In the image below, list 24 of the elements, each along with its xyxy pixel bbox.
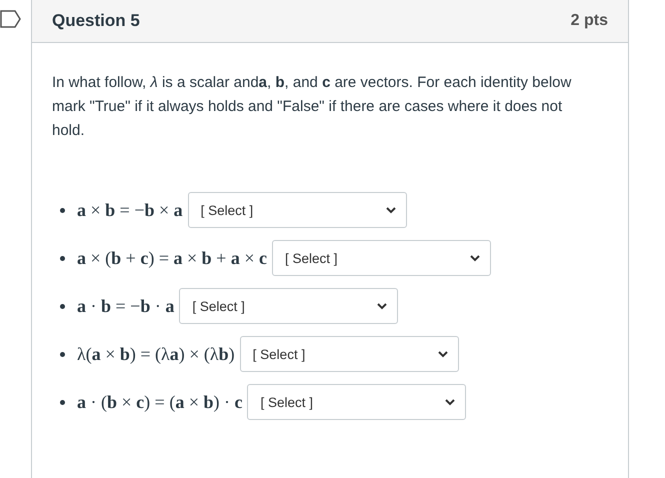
bullet-icon xyxy=(60,400,65,404)
identity-formula: a × (b + c) = a × b + a × c xyxy=(77,248,267,268)
answer-dropdown[interactable]: [ Select ] xyxy=(247,384,466,420)
identity-formula: a · b = −b · a xyxy=(77,296,174,316)
answer-dropdown[interactable]: [ Select ] xyxy=(188,192,407,228)
chevron-down-icon xyxy=(377,302,388,310)
answer-dropdown[interactable]: [ Select ] xyxy=(240,336,459,372)
identity-formula: a · (b × c) = (a × b) · c xyxy=(77,392,242,412)
chevron-down-icon xyxy=(438,350,448,358)
bullet-icon xyxy=(60,208,65,212)
chevron-down-icon xyxy=(470,254,480,262)
bullet-icon xyxy=(60,256,65,260)
bullet-icon xyxy=(60,352,65,356)
chevron-down-icon xyxy=(386,206,396,214)
chevron-down-icon xyxy=(445,398,456,406)
identity-formula: λ(a × b) = (λa) × (λb) xyxy=(77,344,235,364)
answer-dropdown[interactable]: [ Select ] xyxy=(179,288,398,324)
question-title: Question 5 xyxy=(52,11,140,31)
question-text: In what follow, λ is a scalar anda, b, and c are vectors. For each identity below mark "True" if it always holds and "False" if there are cases where it does not hold. xyxy=(52,73,572,141)
points-label: 2 pts xyxy=(570,12,608,30)
answer-dropdown[interactable]: [ Select ] xyxy=(272,240,491,276)
identity-formula: a × b = −b × a xyxy=(77,200,183,220)
bullet-icon xyxy=(60,304,65,308)
bookmark-flag-icon[interactable] xyxy=(0,10,22,28)
